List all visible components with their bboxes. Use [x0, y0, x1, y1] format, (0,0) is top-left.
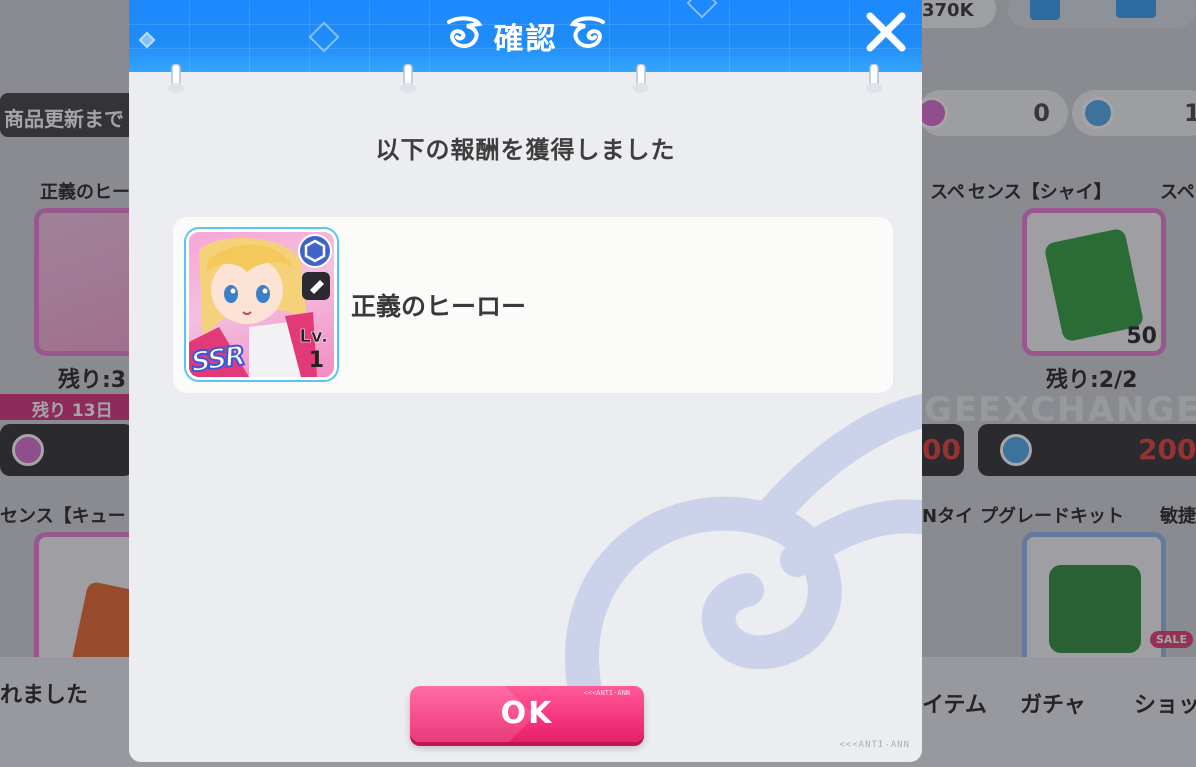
hexagon-badge-icon [298, 234, 332, 268]
ring-binder-icon [866, 64, 882, 93]
dialog-message: 以下の報酬を獲得しました [375, 136, 676, 164]
ok-button-label: OK [500, 696, 554, 731]
right-wing-icon [569, 16, 605, 48]
ring-binder-icon [633, 64, 649, 93]
ring-binder-icon [400, 64, 416, 93]
dialog-header: 確認 [129, 0, 922, 72]
close-icon[interactable] [864, 10, 908, 54]
reward-name: 正義のヒーロー [351, 292, 527, 321]
reward-list-panel: SSR Lv. 1 正義のヒーロー [173, 217, 893, 393]
diamond-badge-icon [302, 272, 330, 300]
brand-mark: <<<ANTI-ANN [839, 740, 910, 750]
level-label: Lv. [299, 326, 328, 348]
rarity-badge: SSR [189, 339, 247, 377]
level-value: 1 [308, 348, 324, 373]
ok-button[interactable]: <<<ANTI-ANN OK [410, 686, 644, 742]
reward-dialog: 確認 以下の報酬を獲得しました SSR Lv. 1 正義のヒーロー <<<ANT… [129, 0, 922, 762]
ring-binder-icon [168, 64, 184, 93]
reward-card[interactable]: SSR Lv. 1 [189, 232, 334, 377]
dialog-title: 確認 [493, 22, 558, 57]
